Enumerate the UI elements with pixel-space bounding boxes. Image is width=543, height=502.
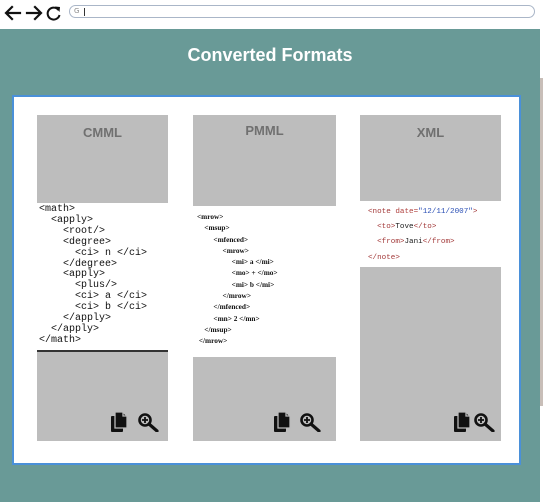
reload-button[interactable] bbox=[44, 2, 64, 24]
zoom-search-icon[interactable] bbox=[473, 412, 497, 432]
xml-note-close: </note> bbox=[368, 253, 400, 262]
page-title: Converted Formats bbox=[187, 45, 353, 65]
pmml-title: PMML bbox=[245, 123, 284, 138]
zoom-search-icon[interactable] bbox=[137, 412, 161, 432]
formats-panel: CMML <math> <apply> <root/> <degree> <ci… bbox=[12, 95, 521, 465]
xml-to-text: Tove bbox=[395, 223, 414, 232]
app-background: Converted Formats CMML <math> <apply> <r… bbox=[0, 29, 540, 502]
browser-toolbar: G bbox=[0, 0, 543, 29]
arrow-left-icon bbox=[3, 2, 23, 24]
xml-code: <note date="12/11/2007"> <to>Tove</to> <… bbox=[360, 201, 501, 266]
xml-from-close: </from> bbox=[422, 238, 455, 247]
xml-attr-value: "12/11/2007" bbox=[418, 208, 473, 216]
pmml-code-block[interactable]: <mrow> <msup> <mfenced> <mrow> <mi> a </… bbox=[193, 206, 336, 357]
cmml-title: CMML bbox=[83, 125, 122, 140]
cmml-code: <math> <apply> <root/> <degree> <ci> n <… bbox=[39, 204, 148, 346]
cmml-code-block[interactable]: <math> <apply> <root/> <degree> <ci> n <… bbox=[37, 203, 168, 352]
arrow-right-icon bbox=[24, 2, 44, 24]
back-button[interactable] bbox=[3, 2, 23, 24]
copy-icon[interactable] bbox=[453, 411, 471, 433]
text-caret bbox=[84, 8, 85, 16]
xml-attr-name: date= bbox=[390, 208, 419, 216]
xml-title: XML bbox=[416, 125, 445, 140]
xml-note-open: <note bbox=[368, 208, 391, 216]
copy-icon[interactable] bbox=[110, 411, 128, 433]
xml-from-open: <from> bbox=[377, 238, 405, 247]
xml-column: XML <note date="12/11/2007"> <to>Tove</t… bbox=[360, 115, 501, 441]
forward-button[interactable] bbox=[24, 2, 44, 24]
address-bar[interactable]: G bbox=[69, 5, 535, 18]
pmml-code: <mrow> <msup> <mfenced> <mrow> <mi> a </… bbox=[197, 212, 278, 346]
cmml-column: CMML <math> <apply> <root/> <degree> <ci… bbox=[37, 115, 168, 441]
copy-icon[interactable] bbox=[273, 411, 291, 433]
reload-icon bbox=[44, 2, 64, 24]
xml-from-text: Jani bbox=[404, 238, 423, 247]
xml-to-close: </to> bbox=[413, 223, 437, 232]
xml-note-open-end: > bbox=[472, 208, 478, 216]
xml-code-block[interactable]: <note date="12/11/2007"> <to>Tove</to> <… bbox=[360, 201, 501, 267]
pmml-column: PMML <mrow> <msup> <mfenced> <mrow> <mi>… bbox=[193, 115, 336, 441]
zoom-search-icon[interactable] bbox=[299, 412, 323, 432]
search-engine-icon: G bbox=[74, 7, 80, 15]
xml-to-open: <to> bbox=[377, 223, 396, 232]
